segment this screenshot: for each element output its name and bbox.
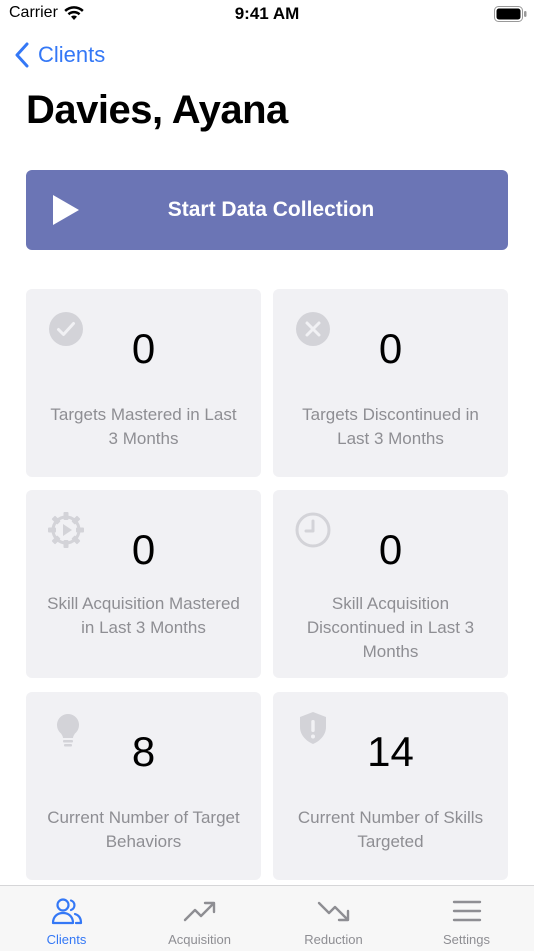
tab-acquisition[interactable]: Acquisition [133,886,266,951]
start-data-collection-label: Start Data Collection [167,198,375,221]
stat-label: Targets Discontinued in Last 3 Months [302,405,479,448]
stat-label: Skill Acquisition Mastered in Last 3 Mon… [47,594,240,637]
battery-icon [494,6,527,22]
back-to-clients-button[interactable]: Clients [14,40,105,70]
stat-label: Targets Mastered in Last 3 Months [50,405,237,448]
stat-value: 0 [378,325,403,372]
tab-label: Settings [443,932,490,947]
tab-label: Acquisition [168,932,231,947]
stat-value: 0 [378,526,403,573]
status-time: 9:41 AM [234,4,300,23]
menu-lines-icon [452,900,482,922]
tab-label: Clients [46,932,87,947]
stat-value: 14 [367,728,414,775]
stat-value: 0 [131,526,156,573]
stat-card-targets-mastered: 0 Targets Mastered in Last 3 Months [26,289,261,477]
tab-label: Reduction [304,932,363,947]
stat-card-targets-discontinued: 0 Targets Discontinued in Last 3 Months [273,289,508,477]
stat-value: 0 [131,325,156,372]
stat-label: Current Number of Skills Targeted [297,808,484,851]
stat-label: Current Number of Target Behaviors [47,808,240,851]
tab-reduction[interactable]: Reduction [267,886,400,951]
stat-value: 8 [131,728,156,775]
chevron-left-icon [15,42,29,68]
stat-label: Skill Acquisition Discontinued in Last 3… [306,594,475,661]
stat-card-skills-mastered: 0 Skill Acquisition Mastered in Last 3 M… [26,490,261,678]
page-title: Davies, Ayana [26,88,288,132]
tab-settings[interactable]: Settings [400,886,533,951]
people-icon [51,898,83,925]
trend-up-icon [183,901,216,922]
stat-card-target-behaviors: 8 Current Number of Target Behaviors [26,692,261,880]
back-label: Clients [38,42,106,67]
tab-clients[interactable]: Clients [0,886,133,951]
trend-down-icon [317,901,350,922]
status-bar: Carrier 9:41 AM [0,0,534,30]
stat-card-skills-discontinued: 0 Skill Acquisition Discontinued in Last… [273,490,508,678]
tab-bar: Clients Acquisition Reduction Settings [0,885,534,951]
stat-card-skills-targeted: 14 Current Number of Skills Targeted [273,692,508,880]
start-data-collection-button[interactable]: Start Data Collection [26,170,508,250]
